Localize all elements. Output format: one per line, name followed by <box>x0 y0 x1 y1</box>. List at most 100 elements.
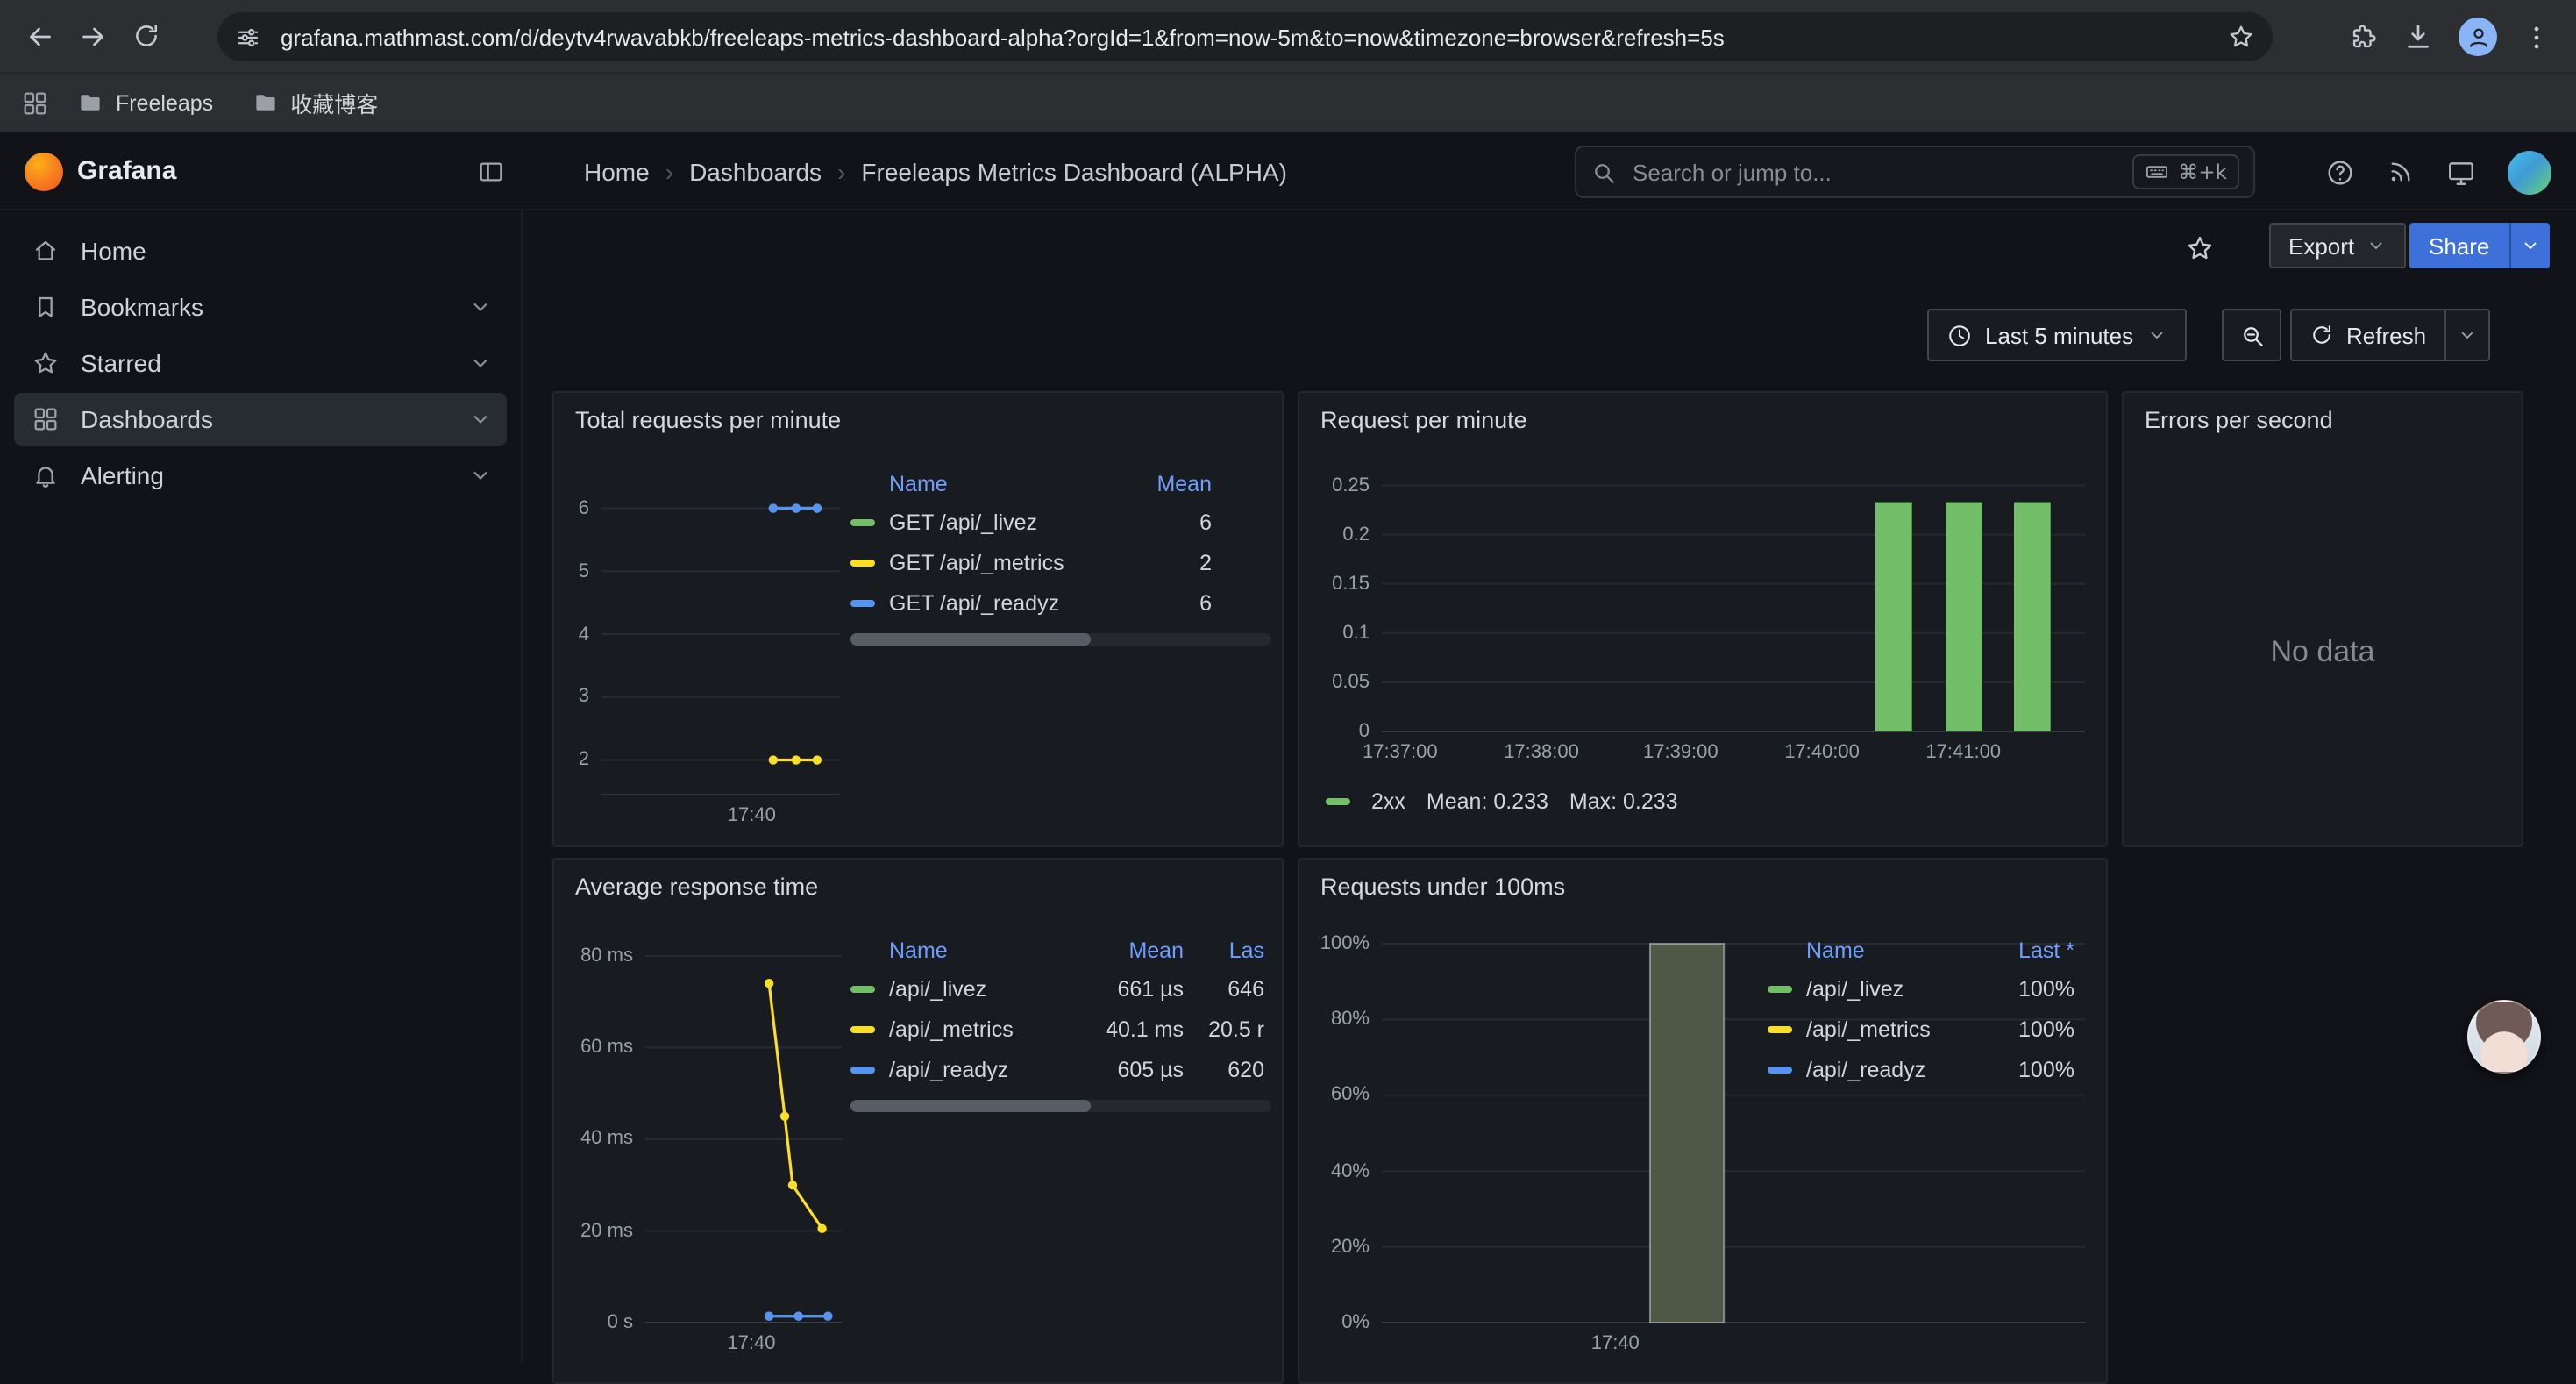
export-button[interactable]: Export <box>2269 223 2405 268</box>
series-color-marker <box>850 985 875 992</box>
series-color-marker <box>850 559 875 566</box>
series-name[interactable]: /api/_livez <box>1806 976 1983 1001</box>
legend-col-name[interactable]: Name <box>889 472 1135 496</box>
dashboards-grid-icon <box>32 405 60 433</box>
breadcrumb-separator: › <box>837 158 845 186</box>
legend-scrollbar[interactable] <box>850 633 1271 646</box>
panel-average-response-time[interactable]: Average response time 80 ms60 ms40 ms20 … <box>552 858 1284 1384</box>
refresh-label: Refresh <box>2346 322 2426 348</box>
apps-grid-icon[interactable] <box>21 89 49 117</box>
y-axis-tick: 0.1 <box>1342 621 1370 646</box>
series-name[interactable]: /api/_readyz <box>889 1057 1078 1081</box>
search-input[interactable] <box>1629 157 2120 187</box>
series-color-marker <box>850 518 875 525</box>
search-shortcut-badge: ⌘+k <box>2132 154 2239 189</box>
reload-button[interactable] <box>119 10 172 62</box>
sidebar-item-alerting[interactable]: Alerting <box>14 449 507 502</box>
export-label: Export <box>2288 232 2354 259</box>
chevron-down-icon <box>2456 325 2477 346</box>
zoom-out-button[interactable] <box>2222 309 2281 361</box>
refresh-interval-button[interactable] <box>2444 310 2487 360</box>
series-color-marker <box>850 1066 875 1073</box>
bar-chart[interactable]: 0.250.20.150.10.05017:37:0017:38:0017:39… <box>1312 474 2085 767</box>
url-input[interactable] <box>277 22 2213 52</box>
timeseries-chart[interactable]: 80 ms60 ms40 ms20 ms0 s17:40 <box>561 938 842 1358</box>
site-settings-icon[interactable] <box>235 24 261 50</box>
panel-total-requests-per-minute[interactable]: Total requests per minute 6543217:40 Nam… <box>552 391 1284 847</box>
y-axis-tick: 60 ms <box>580 1035 633 1059</box>
chevron-down-icon[interactable] <box>468 407 493 432</box>
series-name[interactable]: /api/_metrics <box>1806 1017 1983 1041</box>
star-icon <box>32 349 60 377</box>
series-name[interactable]: GET /api/_readyz <box>889 590 1135 615</box>
series-name[interactable]: /api/_metrics <box>889 1017 1078 1041</box>
panel-title[interactable]: Total requests per minute <box>575 407 841 433</box>
chevron-down-icon[interactable] <box>468 463 493 488</box>
legend-col-name[interactable]: Name <box>889 938 1078 963</box>
favorite-dashboard-button[interactable] <box>2181 230 2217 265</box>
series-name[interactable]: GET /api/_livez <box>889 510 1135 534</box>
time-range-picker[interactable]: Last 5 minutes <box>1927 309 2186 361</box>
series-name[interactable]: /api/_readyz <box>1806 1057 1983 1081</box>
series-mean-value: 6 <box>1135 590 1212 615</box>
breadcrumb-dashboards[interactable]: Dashboards <box>689 158 822 186</box>
x-axis-tick: 17:37:00 <box>1330 740 1470 765</box>
floating-assistant-avatar[interactable] <box>2467 1000 2541 1074</box>
chevron-down-icon <box>2365 235 2386 256</box>
legend-scrollbar[interactable] <box>850 1100 1271 1112</box>
panel-errors-per-second[interactable]: Errors per second No data <box>2122 391 2523 847</box>
sidebar-item-home[interactable]: Home <box>14 225 507 277</box>
person-icon <box>2465 24 2491 50</box>
scrollbar-thumb[interactable] <box>850 1100 1091 1112</box>
series-name[interactable]: 2xx <box>1371 789 1405 814</box>
grafana-logo[interactable] <box>25 153 63 191</box>
refresh-button[interactable]: Refresh <box>2292 310 2444 360</box>
search-box[interactable]: ⌘+k <box>1575 146 2255 198</box>
legend-col-mean[interactable]: Mean <box>1135 472 1212 496</box>
user-avatar[interactable] <box>2508 150 2551 194</box>
chevron-down-icon[interactable] <box>468 351 493 375</box>
browser-toolbar <box>0 0 2576 74</box>
share-button[interactable]: Share <box>2409 223 2508 268</box>
shortcut-label: ⌘+k <box>2178 160 2227 184</box>
panel-title[interactable]: Errors per second <box>2145 407 2333 433</box>
panel-title[interactable]: Requests under 100ms <box>1320 874 1565 900</box>
panel-title[interactable]: Average response time <box>575 874 818 900</box>
help-icon[interactable] <box>2325 157 2355 187</box>
panel-title[interactable]: Request per minute <box>1320 407 1527 433</box>
sidebar-item-starred[interactable]: Starred <box>14 337 507 389</box>
series-name[interactable]: /api/_livez <box>889 976 1078 1001</box>
extensions-icon[interactable] <box>2348 22 2378 52</box>
back-button[interactable] <box>14 10 67 62</box>
panel-request-per-minute[interactable]: Request per minute 0.250.20.150.10.05017… <box>1298 391 2108 847</box>
y-axis-tick: 2 <box>579 748 589 773</box>
sidebar-collapse-button[interactable] <box>477 158 505 186</box>
sidebar-nav: Home Bookmarks Starred Dashboards Alerti… <box>0 210 523 1363</box>
bookmark-star-icon[interactable] <box>2227 23 2255 51</box>
legend-col-last[interactable]: Last * <box>1983 938 2074 963</box>
kiosk-monitor-icon[interactable] <box>2446 157 2476 187</box>
share-menu-button[interactable] <box>2508 223 2549 268</box>
forward-button[interactable] <box>67 10 119 62</box>
news-rss-icon[interactable] <box>2387 158 2415 186</box>
breadcrumb-home[interactable]: Home <box>584 158 650 186</box>
browser-profile-avatar[interactable] <box>2459 18 2497 56</box>
sidebar-item-bookmarks[interactable]: Bookmarks <box>14 281 507 333</box>
breadcrumb: Home › Dashboards › Freeleaps Metrics Da… <box>584 133 1287 210</box>
browser-menu-icon[interactable] <box>2522 22 2551 52</box>
chevron-down-icon <box>2519 235 2540 256</box>
sidebar-item-dashboards[interactable]: Dashboards <box>14 393 507 446</box>
series-name[interactable]: GET /api/_metrics <box>889 550 1135 574</box>
scrollbar-thumb[interactable] <box>850 633 1091 646</box>
legend-col-name[interactable]: Name <box>1806 938 1983 963</box>
bookmark-folder-blogs[interactable]: 收藏博客 <box>241 81 388 125</box>
legend-col-mean[interactable]: Mean <box>1078 938 1184 963</box>
downloads-icon[interactable] <box>2402 21 2434 53</box>
panel-requests-under-100ms[interactable]: Requests under 100ms 100%80%60%40%20%0%1… <box>1298 858 2108 1384</box>
legend-col-last[interactable]: Las <box>1184 938 1264 963</box>
bookmark-folder-freeleaps[interactable]: Freeleaps <box>67 84 224 121</box>
timeseries-chart[interactable]: 6543217:40 <box>559 489 840 830</box>
chevron-down-icon[interactable] <box>468 295 493 319</box>
legend-row: GET /api/_livez 6 <box>850 502 1271 542</box>
address-bar[interactable] <box>217 12 2273 61</box>
